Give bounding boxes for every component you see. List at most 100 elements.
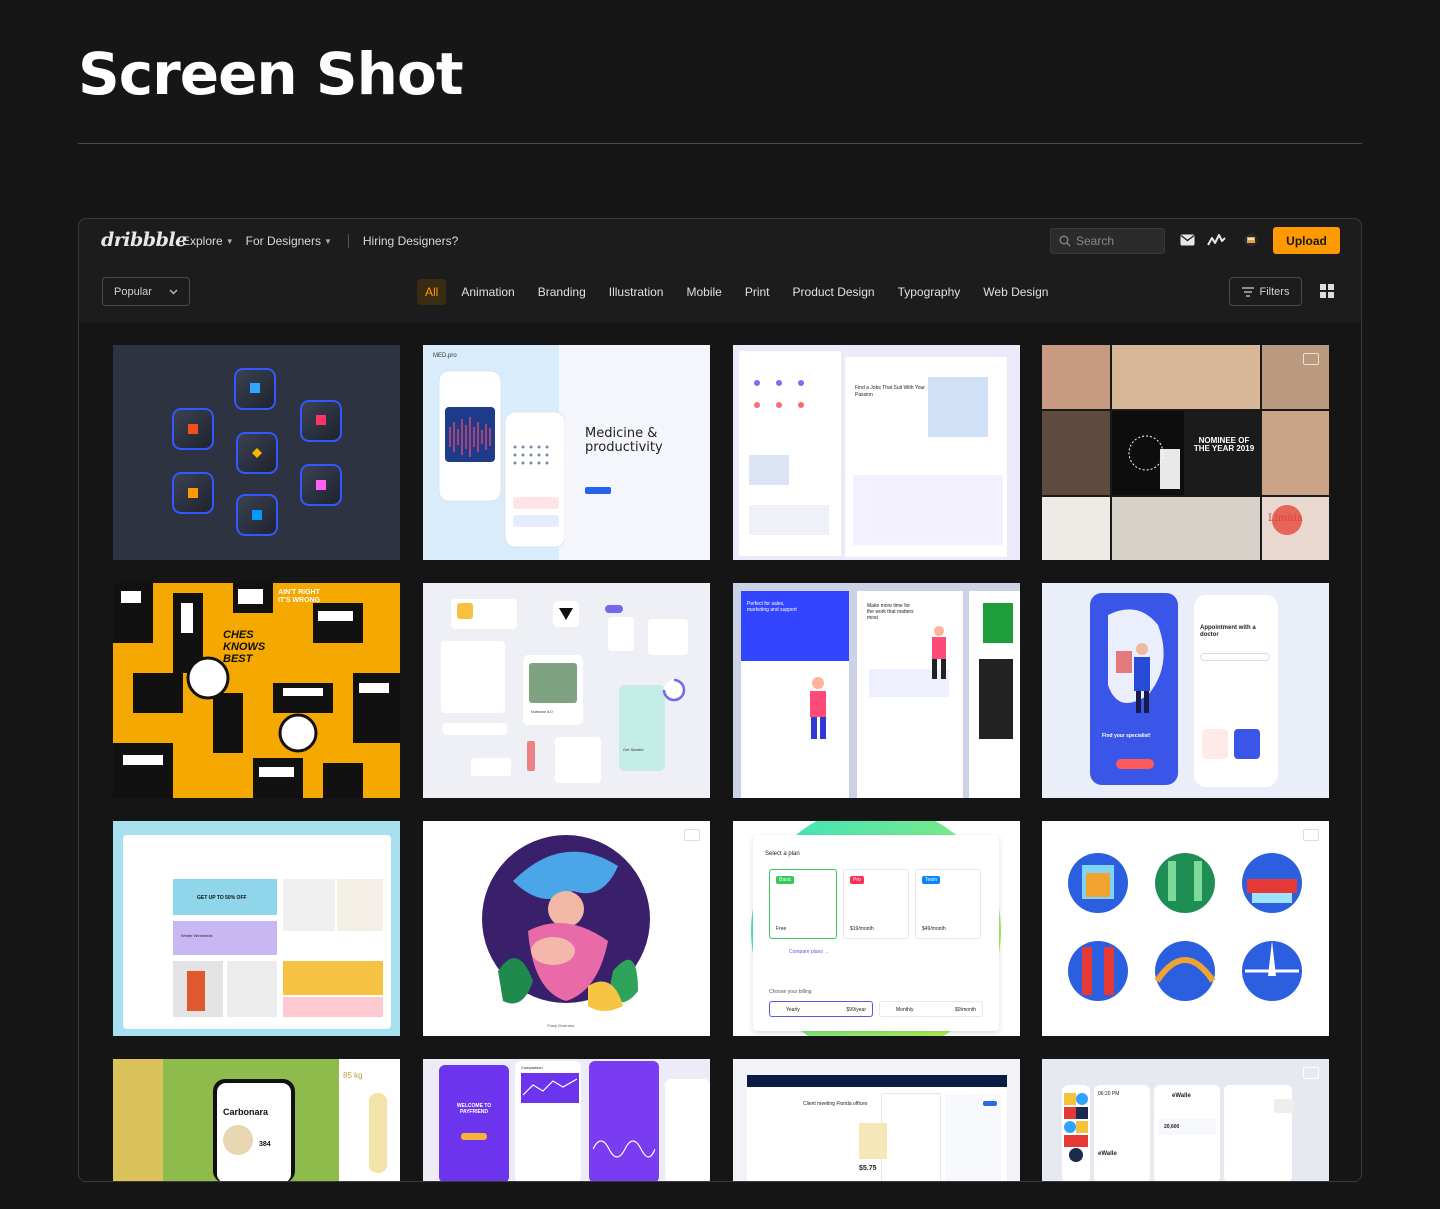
shot-title-line: Medicine & — [585, 426, 658, 441]
sort-dropdown[interactable]: Popular — [102, 277, 190, 306]
shot-text: eWalle — [1098, 1151, 1117, 1157]
tab-web-design[interactable]: Web Design — [975, 279, 1056, 305]
video-icon — [1303, 1067, 1319, 1079]
plan-card: Pro $19/month — [843, 869, 909, 939]
shot-tile — [1112, 345, 1260, 409]
nav-hiring-designers[interactable]: Hiring Designers? — [363, 234, 458, 248]
shot-text: Appointment with a doctor — [1200, 625, 1256, 638]
upload-button[interactable]: Upload — [1273, 227, 1340, 254]
shot-banner — [283, 997, 383, 1017]
shot-card[interactable]: NOMINEE OF THE YEAR 2019 Limnia — [1042, 345, 1329, 560]
tab-all[interactable]: All — [417, 279, 447, 305]
tab-mobile[interactable]: Mobile — [678, 279, 729, 305]
phone-card — [439, 1065, 509, 1181]
shot-text: 06:20 PM — [1098, 1091, 1120, 1097]
tab-branding[interactable]: Branding — [530, 279, 594, 305]
shot-card[interactable]: ©ianji Illustrator — [423, 821, 710, 1036]
shot-text: Select a plan — [765, 851, 800, 857]
shot-image — [529, 663, 577, 703]
wave-chart — [593, 1140, 655, 1158]
dribbble-logo[interactable]: dribbble — [101, 229, 187, 251]
shot-text: 85 kg — [343, 1071, 363, 1080]
search-icon — [1059, 235, 1071, 247]
plan-price: $49/month — [922, 926, 946, 932]
shot-card[interactable]: Vuexxxx 4.0 Get Started — [423, 583, 710, 798]
filter-bar: Popular All Animation Branding Illustrat… — [79, 275, 1361, 315]
search-input[interactable]: Search — [1050, 228, 1165, 254]
plan-label: Team — [922, 876, 941, 884]
shot-chip — [1234, 729, 1260, 759]
shots-grid: MED.pro Medicine & productivity Find a J… — [79, 323, 1361, 1181]
shot-card[interactable]: GET UP TO 50% OFF Winter Weekends — [113, 821, 400, 1036]
shot-figure — [369, 1093, 387, 1173]
shot-title: Medicine & productivity — [585, 427, 663, 455]
video-icon — [684, 829, 700, 841]
nav-for-designers[interactable]: For Designers ▼ — [246, 234, 332, 248]
shot-card[interactable]: WELCOME TO PAYFRIEND Comparison — [423, 1059, 710, 1181]
shot-input — [1200, 653, 1270, 661]
filters-button[interactable]: Filters — [1229, 277, 1302, 306]
shot-text: eWalle — [1172, 1093, 1191, 1099]
shot-panel — [648, 619, 688, 655]
chevron-down-icon — [169, 289, 178, 294]
shot-card[interactable] — [1042, 821, 1329, 1036]
nav-explore[interactable]: Explore ▼ — [182, 234, 234, 248]
billing-option: Monthly $9/month — [879, 1001, 983, 1017]
avatar — [457, 603, 473, 619]
activity-icon[interactable] — [1207, 233, 1226, 247]
tab-print[interactable]: Print — [737, 279, 778, 305]
shot-panel — [945, 1095, 1001, 1181]
video-icon — [1303, 829, 1319, 841]
avatar[interactable] — [1244, 233, 1258, 247]
shot-image — [983, 603, 1013, 643]
sort-value: Popular — [114, 285, 152, 298]
shot-card[interactable]: Find your specialist! Appointment with a… — [1042, 583, 1329, 798]
shot-card[interactable]: 06:20 PM eWalle eWalle 20,600 — [1042, 1059, 1329, 1181]
shot-text: $5.75 — [859, 1165, 877, 1172]
shot-card[interactable] — [113, 345, 400, 560]
progress-ring — [662, 678, 686, 702]
grid-view-icon[interactable] — [1320, 284, 1334, 298]
shot-text: Carbonara — [223, 1107, 269, 1117]
shot-input — [443, 723, 507, 735]
main-nav: Explore ▼ For Designers ▼ Hiring Designe… — [182, 234, 470, 248]
shot-card[interactable]: Find a Jobs That Suit With Your Passion — [733, 345, 1020, 560]
plan-card: Team $49/month — [915, 869, 981, 939]
shot-tile — [1112, 497, 1260, 560]
shot-text: GET UP TO 50% OFF — [197, 895, 247, 901]
shot-card[interactable]: Perfect for sales, marketing and support… — [733, 583, 1020, 798]
bridges-artwork — [1068, 853, 1302, 1001]
billing-label: Monthly — [896, 1007, 914, 1013]
plan-price: $19/month — [850, 926, 874, 932]
filter-icon — [1241, 286, 1254, 297]
shot-tile — [1042, 497, 1110, 560]
search-placeholder: Search — [1076, 234, 1115, 248]
shot-text: NOMINEE OF THE YEAR 2019 — [1193, 436, 1255, 453]
shot-panel — [113, 1059, 163, 1181]
shot-tile — [1042, 345, 1110, 409]
shot-card[interactable]: Carbonara 384 85 kg — [113, 1059, 400, 1181]
receipt-card — [881, 1093, 941, 1181]
shot-panel — [608, 617, 634, 651]
tab-illustration[interactable]: Illustration — [601, 279, 672, 305]
character-illustration — [810, 677, 826, 739]
shot-card[interactable]: Client meeting Florida offices $5.75 — [733, 1059, 1020, 1181]
plan-card: Basic Free — [769, 869, 837, 939]
tab-animation[interactable]: Animation — [453, 279, 522, 305]
shot-image — [337, 879, 383, 931]
shot-image — [928, 377, 988, 437]
shot-card[interactable]: Select a plan Basic Free Pro $19/month T… — [733, 821, 1020, 1036]
shot-card[interactable]: AIN'T RIGHT IT'S WRONG CHES KNOWS BEST — [113, 583, 400, 798]
billing-label: Yearly — [786, 1007, 800, 1013]
shot-header — [747, 1075, 1007, 1087]
shot-tile — [1262, 411, 1329, 495]
shot-card[interactable]: MED.pro Medicine & productivity — [423, 345, 710, 560]
shot-chip — [1202, 729, 1228, 759]
character-illustration — [932, 626, 946, 679]
tab-product-design[interactable]: Product Design — [785, 279, 883, 305]
mail-icon[interactable] — [1180, 234, 1195, 246]
shot-banner — [283, 961, 383, 995]
phone-card — [665, 1079, 710, 1181]
tab-typography[interactable]: Typography — [890, 279, 969, 305]
balance-card: 20,600 — [1158, 1119, 1216, 1135]
